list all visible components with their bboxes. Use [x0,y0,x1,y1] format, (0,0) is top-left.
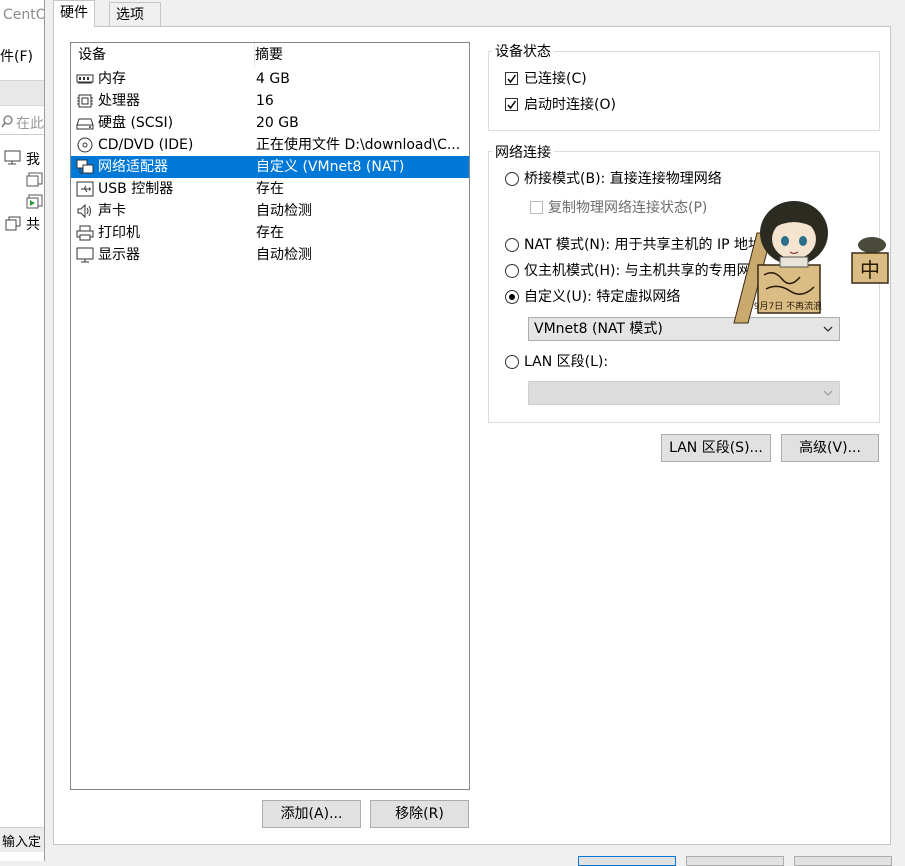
background-app-window: CentO 件(F) 在此 我 共 输入定 [0,0,44,861]
device-summary: 4 GB [256,71,290,87]
nat-radio[interactable] [505,238,519,252]
background-toolbar [0,80,44,106]
lan-segment-radio[interactable] [505,355,519,369]
device-summary: 自动检测 [256,203,312,219]
help-button[interactable] [794,856,892,866]
device-name: USB 控制器 [98,181,174,197]
custom-radio[interactable] [505,290,519,304]
background-search-box[interactable]: 在此 [0,108,44,135]
device-row-cd-dvd[interactable]: CD/DVD (IDE) 正在使用文件 D:\download\C... [71,134,469,156]
device-summary: 正在使用文件 D:\download\C... [256,137,461,153]
host-only-radio[interactable] [505,264,519,278]
device-name: CD/DVD (IDE) [98,137,194,153]
device-list[interactable]: 设备 摘要 内存 4 GB 处理器 16 硬盘 (SCSI) 20 GB CD/… [70,42,470,790]
lan-segment-dropdown[interactable] [528,381,840,405]
connect-at-poweron-label[interactable]: 启动时连接(O) [524,94,616,116]
device-row-harddisk[interactable]: 硬盘 (SCSI) 20 GB [71,112,469,134]
device-summary: 存在 [256,225,284,241]
bridged-label[interactable]: 桥接模式(B): 直接连接物理网络 [524,168,722,190]
device-status-title: 设备状态 [492,41,554,61]
background-tree-item[interactable]: 我 [26,149,40,169]
advanced-button[interactable]: 高级(V)... [781,434,879,462]
background-tree-item[interactable]: 共 [26,214,40,234]
search-icon [1,115,13,128]
device-row-processor[interactable]: 处理器 16 [71,90,469,112]
remove-device-button[interactable]: 移除(R) [370,800,469,828]
ok-button[interactable] [578,856,676,866]
column-header-summary[interactable]: 摘要 [248,43,283,67]
connected-checkbox[interactable] [505,72,518,85]
sound-icon [77,203,91,219]
harddisk-icon [76,118,94,130]
box-badge-icon: 中 [851,237,889,284]
device-row-network-adapter[interactable]: 网络适配器 自定义 (VMnet8 (NAT) [71,156,469,178]
host-only-label[interactable]: 仅主机模式(H): 与主机共享的专用网络 [524,260,765,282]
device-status-group [488,51,880,131]
lan-segment-label[interactable]: LAN 区段(L): [524,351,608,373]
custom-network-value: VMnet8 (NAT 模式) [534,321,663,337]
device-name: 显示器 [98,247,140,263]
shared-vm-icon [5,216,21,231]
computer-icon [4,150,21,165]
vm-icon [26,172,43,187]
bridged-radio[interactable] [505,172,519,186]
vm-running-icon [26,194,43,209]
display-icon [76,247,94,263]
device-name: 内存 [98,71,126,87]
usb-icon [76,181,94,197]
background-search-placeholder: 在此 [16,116,44,132]
chevron-down-icon [823,390,833,396]
tab-hardware[interactable]: 硬件 [53,0,95,27]
column-header-device[interactable]: 设备 [71,43,255,67]
virtual-machine-settings-dialog: 硬件 选项 设备 摘要 内存 4 GB 处理器 16 硬盘 (SCSI) 20 … [44,0,905,866]
device-name: 打印机 [98,225,140,241]
cd-dvd-icon [77,137,93,153]
hardware-panel: 设备 摘要 内存 4 GB 处理器 16 硬盘 (SCSI) 20 GB CD/… [53,26,891,845]
device-row-memory[interactable]: 内存 4 GB [71,68,469,90]
connect-at-poweron-checkbox[interactable] [505,98,518,111]
nat-label[interactable]: NAT 模式(N): 用于共享主机的 IP 地址 [524,234,762,256]
device-list-header: 设备 摘要 [71,43,469,67]
add-device-button[interactable]: 添加(A)... [262,800,361,828]
network-adapter-icon [76,159,94,174]
mascot-sticker: 中 9月7日 不再流浪 [733,201,889,324]
tab-bar: 硬件 选项 [45,0,905,27]
background-app-title: CentO [3,7,44,23]
mascot-character-icon [760,201,828,268]
device-name: 硬盘 (SCSI) [98,115,174,131]
badge-character: 中 [860,258,880,282]
processor-icon [77,94,93,108]
printer-icon [76,225,94,241]
device-summary: 20 GB [256,115,299,131]
device-row-sound[interactable]: 声卡 自动检测 [71,200,469,222]
background-file-menu[interactable]: 件(F) [0,46,33,66]
custom-label[interactable]: 自定义(U): 特定虚拟网络 [524,286,680,308]
device-name: 网络适配器 [98,159,168,175]
lan-segments-button[interactable]: LAN 区段(S)... [661,434,771,462]
network-connection-title: 网络连接 [492,142,554,162]
background-status-text: 输入定 [2,835,42,850]
replicate-state-checkbox[interactable] [530,201,543,214]
checkmark-icon [507,74,517,84]
tab-options[interactable]: 选项 [109,2,161,26]
device-summary: 自动检测 [256,247,312,263]
device-summary: 存在 [256,181,284,197]
device-row-display[interactable]: 显示器 自动检测 [71,244,469,266]
device-summary: 16 [256,93,274,109]
device-row-usb[interactable]: USB 控制器 存在 [71,178,469,200]
memory-icon [76,74,94,84]
sticker-caption: 9月7日 不再流浪 [754,300,822,312]
device-summary: 自定义 (VMnet8 (NAT) [256,159,405,175]
device-name: 声卡 [98,203,126,219]
replicate-state-label[interactable]: 复制物理网络连接状态(P) [548,197,707,219]
checkmark-icon [507,100,517,110]
device-row-printer[interactable]: 打印机 存在 [71,222,469,244]
cancel-button[interactable] [686,856,784,866]
device-name: 处理器 [98,93,140,109]
radio-selected-dot [509,294,515,300]
connected-label[interactable]: 已连接(C) [524,68,587,90]
background-status-bar: 输入定 [0,827,44,852]
